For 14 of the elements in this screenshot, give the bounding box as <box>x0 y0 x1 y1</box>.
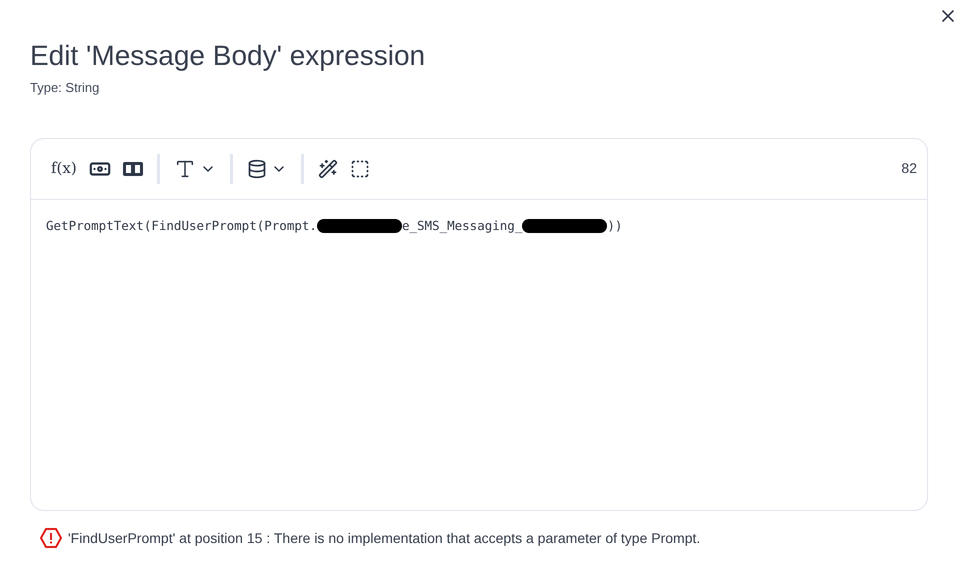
code-text: )) <box>607 216 622 234</box>
magic-wand-icon <box>318 158 338 178</box>
translate-icon <box>122 162 143 176</box>
dashed-square-icon <box>350 158 370 178</box>
code-text: GetPromptText(FindUserPrompt(Prompt. <box>46 216 317 235</box>
type-label: Type: String <box>30 79 100 97</box>
function-button[interactable]: f(x) <box>45 152 83 184</box>
error-icon <box>40 528 62 548</box>
dialog-title: Edit 'Message Body' expression <box>30 39 426 73</box>
code-editor[interactable]: GetPromptText(FindUserPrompt(Prompt. e_SMS_Messaging_ )) <box>31 200 927 510</box>
character-count: 82 <box>901 159 917 178</box>
database-icon <box>246 158 267 178</box>
code-text: e_SMS_Messaging_ <box>402 216 522 235</box>
error-message: 'FindUserPrompt' at position 15 : There is no implementation that accepts a parameter of type Prompt. <box>68 528 700 548</box>
